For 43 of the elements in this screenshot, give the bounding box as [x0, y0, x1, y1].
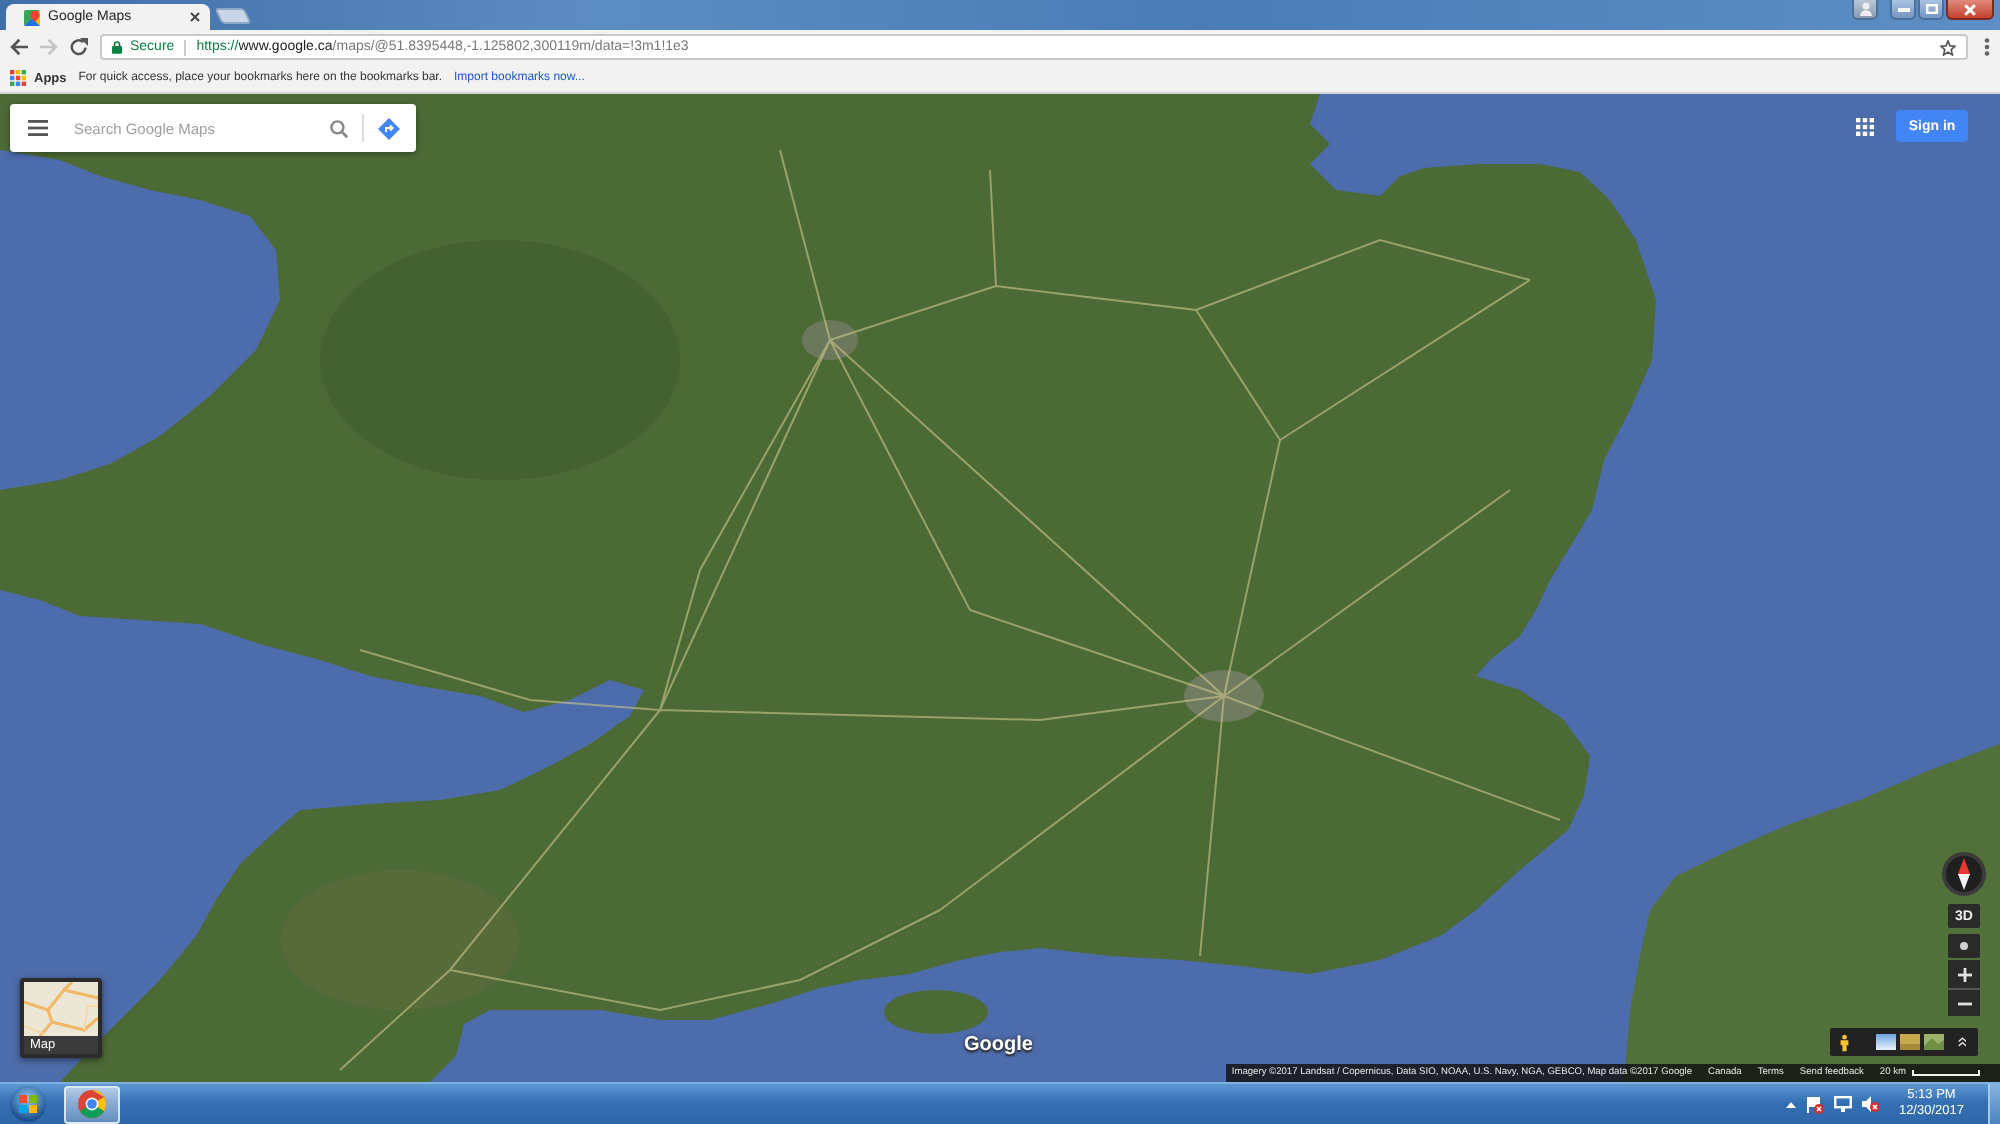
new-tab-button[interactable] — [214, 8, 252, 24]
double-chevron-icon[interactable] — [1957, 1036, 1966, 1048]
scale-bar — [1912, 1070, 1980, 1076]
flag-icon[interactable] — [1806, 1095, 1825, 1113]
person-icon[interactable] — [1840, 1031, 1849, 1053]
field-photo-icon[interactable] — [1899, 1034, 1919, 1050]
zoom-in-button[interactable] — [1948, 960, 1980, 988]
google-logo: Google — [964, 1034, 1033, 1056]
menu-icon[interactable] — [28, 120, 48, 136]
profile-button[interactable] — [1852, 0, 1878, 20]
taskbar-button[interactable] — [64, 1085, 120, 1123]
close-icon — [1964, 3, 1976, 15]
reload-icon[interactable] — [70, 38, 88, 56]
person-icon — [1859, 2, 1871, 16]
caret-up-icon[interactable] — [1786, 1101, 1797, 1107]
location-icon — [1960, 942, 1968, 950]
menu-icon[interactable] — [1984, 38, 1990, 56]
road-map-icon — [24, 982, 98, 1036]
compass-icon — [1958, 858, 1970, 890]
close-icon[interactable] — [190, 12, 200, 22]
maximize-icon — [1925, 4, 1937, 14]
zoom-out-button[interactable] — [1948, 988, 1980, 1016]
minus-icon — [1957, 1001, 1971, 1005]
star-icon[interactable] — [1940, 39, 1956, 55]
minimize-button[interactable] — [1890, 0, 1916, 20]
sky-photo-icon[interactable] — [1875, 1034, 1895, 1050]
terrain-photo-icon[interactable] — [1923, 1034, 1943, 1050]
monitor-icon[interactable] — [1834, 1096, 1853, 1112]
grid-icon — [10, 70, 26, 86]
close-button[interactable] — [1946, 0, 1994, 20]
search-icon[interactable] — [330, 119, 348, 137]
directions-icon[interactable] — [378, 117, 400, 139]
grid-icon[interactable] — [1856, 118, 1874, 136]
plus-icon — [1957, 967, 1971, 981]
start-orb-icon[interactable] — [10, 1086, 46, 1122]
maximize-button[interactable] — [1918, 0, 1944, 20]
back-icon[interactable] — [10, 38, 28, 56]
speaker-icon[interactable] — [1862, 1096, 1881, 1112]
round-logo-icon — [78, 1090, 106, 1118]
map-pin-icon — [24, 9, 40, 25]
lock-icon — [112, 40, 122, 54]
my-location-button[interactable] — [1948, 934, 1980, 958]
minimize-icon — [1897, 7, 1909, 11]
